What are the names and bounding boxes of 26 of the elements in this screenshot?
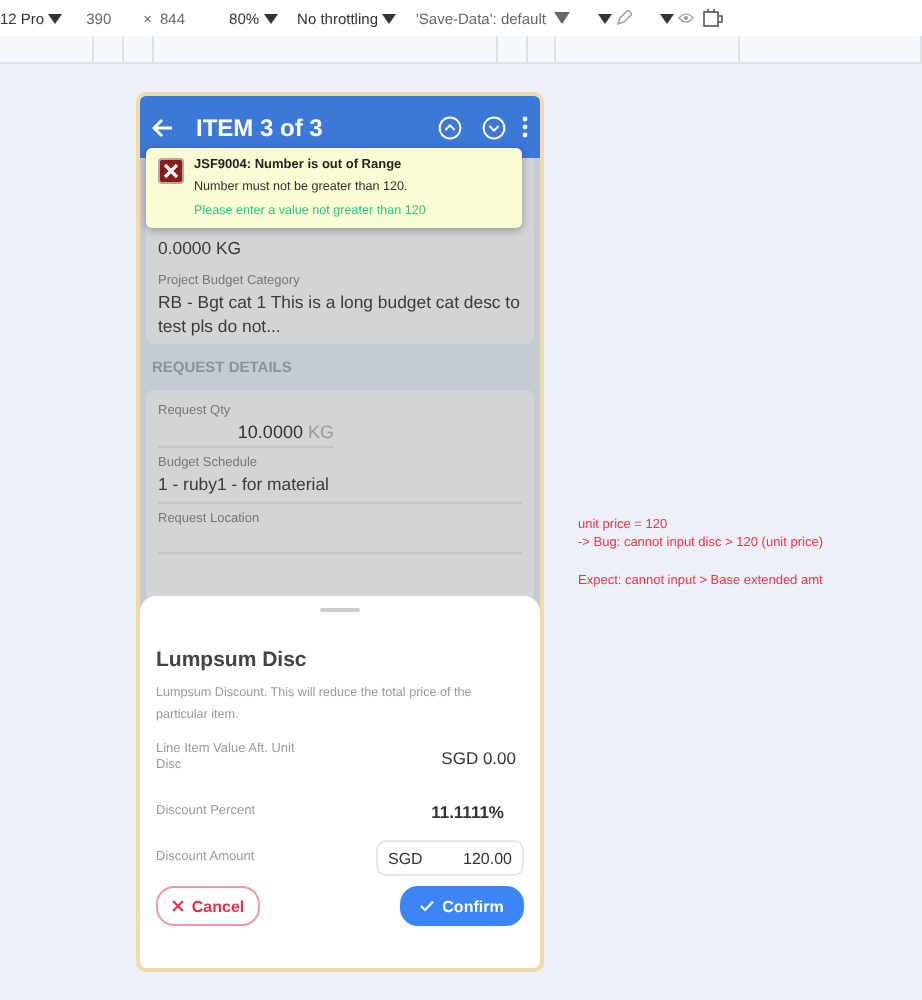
drag-handle[interactable] xyxy=(320,608,360,612)
back-arrow-icon[interactable] xyxy=(152,117,174,137)
dropdown-caret-icon[interactable] xyxy=(263,14,278,25)
quantity-value: 10.0000 KG xyxy=(158,421,334,448)
field-value: RB - Bgt cat 1 This is a long budget cat desc to test pls do not... xyxy=(158,292,522,338)
chevron-up-circle-icon[interactable] xyxy=(438,115,462,139)
confirm-button[interactable]: Confirm xyxy=(400,886,524,926)
device-frame-icon[interactable] xyxy=(701,8,724,28)
header-title: ITEM 3 of 3 xyxy=(196,113,325,141)
check-icon xyxy=(420,900,435,912)
more-menu-icon[interactable] xyxy=(522,116,528,138)
dropdown-caret-icon[interactable] xyxy=(597,13,612,23)
weight-value: 0.0000 KG xyxy=(158,238,244,261)
field-value: 1 - ruby1 - for material xyxy=(158,473,331,497)
field-value: SGD 0.00 xyxy=(441,748,518,769)
dropdown-caret-icon[interactable] xyxy=(553,12,570,24)
error-icon xyxy=(158,158,184,184)
cancel-button[interactable]: Cancel xyxy=(156,886,260,926)
close-icon xyxy=(171,900,184,912)
dropdown-caret-icon[interactable] xyxy=(48,14,63,25)
dropdown-caret-icon[interactable] xyxy=(659,13,674,23)
field-value: 11.1111% xyxy=(431,802,506,822)
sheet-title: Lumpsum Disc xyxy=(156,648,309,672)
amount-input[interactable]: SGD 120.00 xyxy=(376,840,524,876)
chevron-down-circle-icon[interactable] xyxy=(482,115,506,139)
dropdown-caret-icon[interactable] xyxy=(381,14,396,25)
